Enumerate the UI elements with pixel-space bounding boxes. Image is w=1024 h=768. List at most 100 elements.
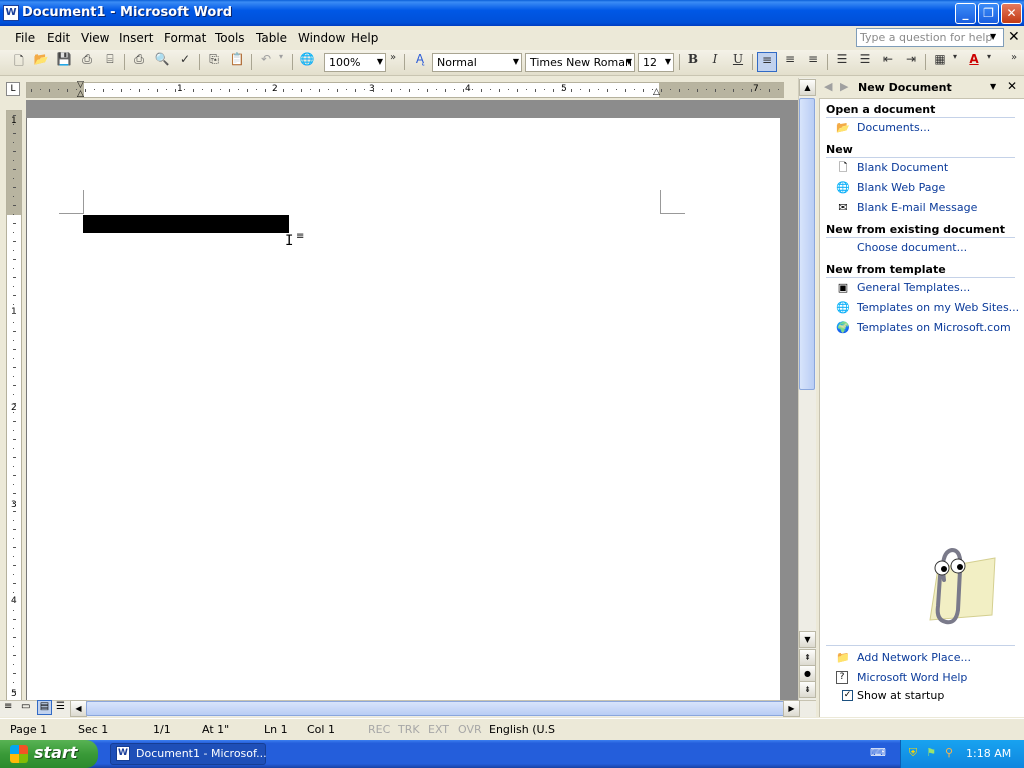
- link-general-templates[interactable]: General Templates...: [857, 281, 970, 294]
- select-browse-object-icon[interactable]: ●: [799, 665, 816, 682]
- zoom-select[interactable]: 100% ▼: [324, 53, 386, 72]
- status-section: Sec 1: [78, 723, 109, 736]
- office-assistant-clippy-icon[interactable]: [900, 540, 1000, 630]
- spelling-icon[interactable]: ✓: [175, 52, 195, 72]
- scroll-up-icon[interactable]: ▲: [799, 79, 816, 96]
- italic-button[interactable]: I: [705, 52, 725, 72]
- menu-window[interactable]: Window: [298, 31, 345, 45]
- print-layout-view-icon[interactable]: ▤: [37, 700, 52, 715]
- scroll-left-icon[interactable]: ◀: [70, 700, 87, 717]
- help-search-input[interactable]: Type a question for help: [856, 28, 1004, 47]
- task-pane-close-icon[interactable]: ✕: [1007, 79, 1017, 93]
- toolbar-overflow-2-icon[interactable]: »: [1008, 52, 1020, 72]
- network-icon[interactable]: ⚑: [924, 746, 938, 760]
- link-blank-email[interactable]: Blank E-mail Message: [857, 201, 977, 214]
- link-choose-document[interactable]: Choose document...: [857, 241, 967, 254]
- vertical-scroll-thumb[interactable]: [799, 98, 815, 390]
- font-color-dropdown-icon[interactable]: ▾: [984, 52, 994, 72]
- align-center-icon[interactable]: ≡: [780, 52, 800, 72]
- permission-icon[interactable]: ⎙: [77, 52, 97, 72]
- right-indent-marker-icon[interactable]: △: [653, 87, 660, 97]
- hanging-indent-marker-icon[interactable]: △: [77, 89, 84, 99]
- link-blank-web-page[interactable]: Blank Web Page: [857, 181, 945, 194]
- document-page[interactable]: [26, 118, 780, 702]
- status-ext[interactable]: EXT: [428, 723, 449, 736]
- status-rec[interactable]: REC: [368, 723, 390, 736]
- vruler-tick: [13, 322, 14, 323]
- copy-icon[interactable]: ⎘: [204, 52, 224, 72]
- print-icon[interactable]: ⎙: [129, 52, 149, 72]
- ruler-tick: [481, 89, 482, 92]
- menu-help[interactable]: Help: [351, 31, 378, 45]
- increase-indent-icon[interactable]: ⇥: [901, 52, 921, 72]
- font-color-icon[interactable]: A: [964, 52, 984, 72]
- align-right-icon[interactable]: ≡: [803, 52, 823, 72]
- normal-view-icon[interactable]: ≡: [4, 701, 12, 712]
- task-pane-menu-icon[interactable]: ▼: [990, 82, 996, 91]
- borders-dropdown-icon[interactable]: ▾: [950, 52, 960, 72]
- scroll-right-icon[interactable]: ▶: [783, 700, 800, 717]
- restore-button[interactable]: ❐: [978, 3, 999, 24]
- scroll-down-icon[interactable]: ▼: [799, 631, 816, 648]
- undo-dropdown-icon[interactable]: ▾: [275, 52, 287, 72]
- numbering-icon[interactable]: ☰: [832, 52, 852, 72]
- link-word-help[interactable]: Microsoft Word Help: [857, 671, 967, 684]
- print-preview-magnifier-icon[interactable]: 🔍: [152, 52, 172, 72]
- clock[interactable]: 1:18 AM: [966, 747, 1011, 760]
- menu-table[interactable]: Table: [256, 31, 287, 45]
- borders-icon[interactable]: ▦: [930, 52, 950, 72]
- link-documents[interactable]: Documents...: [857, 121, 930, 134]
- font-select[interactable]: Times New Roman ▼: [525, 53, 635, 72]
- web-layout-view-icon[interactable]: ▭: [21, 701, 30, 712]
- horizontal-scroll-thumb[interactable]: [86, 701, 786, 716]
- horizontal-ruler[interactable]: 1 2 3 4 5 7: [26, 82, 784, 98]
- toolbar-overflow-icon[interactable]: »: [387, 52, 399, 72]
- next-page-icon[interactable]: ⇟: [799, 681, 816, 698]
- keyboard-icon[interactable]: ⌨: [870, 746, 886, 760]
- open-folder-icon[interactable]: 📂: [31, 52, 51, 72]
- new-document-icon[interactable]: 🗋: [9, 52, 29, 72]
- previous-page-icon[interactable]: ⇞: [799, 649, 816, 666]
- paste-icon[interactable]: 📋: [227, 52, 247, 72]
- styles-formatting-icon[interactable]: Ą: [410, 52, 430, 72]
- menu-format[interactable]: Format: [164, 31, 206, 45]
- bold-button[interactable]: B: [683, 52, 703, 72]
- link-ms-templates[interactable]: Templates on Microsoft.com: [857, 321, 1011, 334]
- save-icon[interactable]: 💾: [54, 52, 74, 72]
- status-trk[interactable]: TRK: [398, 723, 420, 736]
- search-tray-icon[interactable]: ⚲: [942, 746, 956, 760]
- minimize-button[interactable]: _: [955, 3, 976, 24]
- selected-text-block[interactable]: [83, 215, 289, 233]
- task-pane-back-icon[interactable]: ◀: [824, 80, 832, 93]
- link-web-templates[interactable]: Templates on my Web Sites...: [857, 301, 1019, 314]
- status-ovr[interactable]: OVR: [458, 723, 482, 736]
- help-dropdown-icon[interactable]: ▼: [990, 32, 996, 41]
- style-select[interactable]: Normal ▼: [432, 53, 522, 72]
- task-pane-forward-icon[interactable]: ▶: [840, 80, 848, 93]
- undo-icon[interactable]: ↶: [256, 52, 276, 72]
- menu-insert[interactable]: Insert: [119, 31, 153, 45]
- show-at-startup-checkbox[interactable]: ✓: [842, 690, 853, 701]
- bullets-icon[interactable]: ☰: [855, 52, 875, 72]
- vruler-tick: [13, 556, 14, 557]
- close-button[interactable]: ✕: [1001, 3, 1022, 24]
- document-close-icon[interactable]: ✕: [1008, 29, 1020, 45]
- print-preview-icon[interactable]: ⌸: [100, 52, 120, 72]
- menu-edit[interactable]: Edit: [47, 31, 70, 45]
- word-app-icon[interactable]: W: [3, 5, 19, 21]
- vruler-tick: [13, 493, 16, 494]
- font-size-select[interactable]: 12 ▼: [638, 53, 674, 72]
- vertical-ruler[interactable]: 1 1 2 3 4 5: [6, 110, 22, 702]
- link-add-network-place[interactable]: Add Network Place...: [857, 651, 971, 664]
- security-shield-icon[interactable]: ⛨: [906, 746, 920, 760]
- link-blank-document[interactable]: Blank Document: [857, 161, 948, 174]
- underline-button[interactable]: U: [728, 52, 748, 72]
- menu-file[interactable]: File: [15, 31, 35, 45]
- decrease-indent-icon[interactable]: ⇤: [878, 52, 898, 72]
- outline-view-icon[interactable]: ☰: [56, 701, 65, 712]
- menu-view[interactable]: View: [81, 31, 109, 45]
- align-left-icon[interactable]: ≡: [757, 52, 777, 72]
- menu-tools[interactable]: Tools: [215, 31, 245, 45]
- hyperlink-icon[interactable]: 🌐: [297, 52, 317, 72]
- tab-selector[interactable]: L: [6, 82, 20, 96]
